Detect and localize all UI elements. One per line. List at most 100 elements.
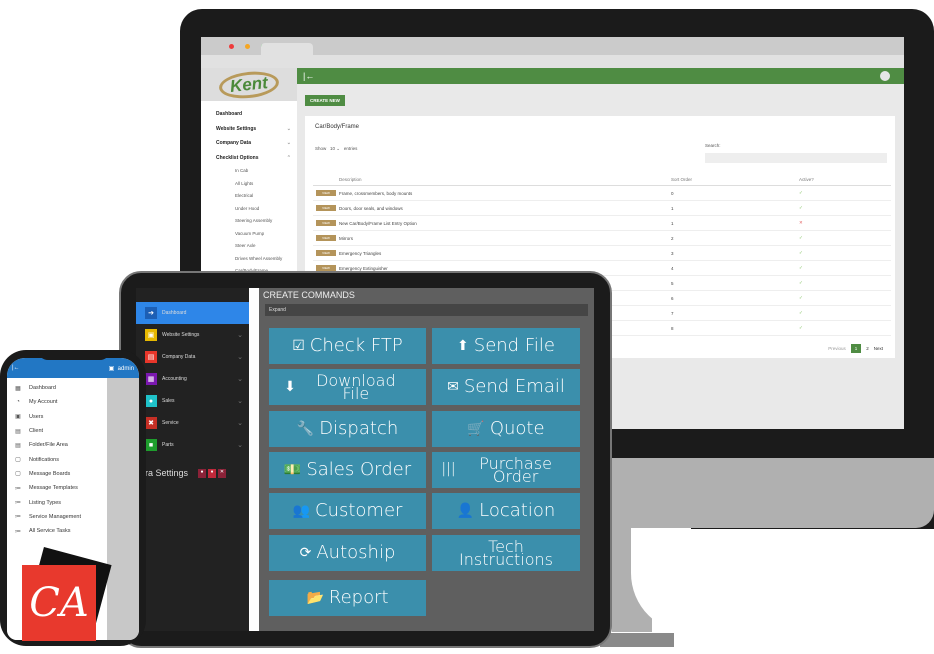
walk-icon[interactable]: ✕ xyxy=(218,468,227,478)
person-icon[interactable]: ♦ xyxy=(208,468,217,478)
view-button[interactable]: VIEW xyxy=(316,235,336,241)
check-icon: ✓ xyxy=(799,310,803,315)
card-title: Car/Body/Frame xyxy=(315,124,360,130)
create-new-button[interactable]: CREATE NEW xyxy=(305,95,345,106)
table-row: VIEW Mirrors 2 ✓ xyxy=(313,231,891,246)
phone-notch xyxy=(38,350,110,360)
view-button[interactable]: VIEW xyxy=(316,250,336,256)
command-tech-instructions-button[interactable]: Tech Instructions xyxy=(432,534,580,571)
checklist-subitem[interactable]: Under Hood xyxy=(201,203,297,216)
command-send-email-button[interactable]: ✉ Send Email xyxy=(432,369,580,406)
phone-menu-item[interactable]: ▤ Client xyxy=(7,424,107,438)
menu-label: Service Management xyxy=(29,513,81,520)
row-sort-order: 6 xyxy=(671,295,674,301)
phone-menu-item[interactable]: ▦ Dashboard xyxy=(7,381,107,395)
menu-icon: ▦ xyxy=(15,385,21,392)
sidebar-item[interactable]: Website Settings ⌄ xyxy=(201,122,297,137)
col-description[interactable]: Description xyxy=(339,177,671,182)
user-label[interactable]: admin xyxy=(118,366,134,372)
command-report-button[interactable]: 📂 Report xyxy=(269,579,426,616)
tablet-nav-item[interactable]: ▦ Accounting ⌄ xyxy=(136,368,249,390)
phone-menu-item[interactable]: ≔ Listing Types xyxy=(7,495,107,509)
checklist-subitem[interactable]: In Cab xyxy=(201,165,297,178)
nav-icon: ▤ xyxy=(145,351,157,363)
previous-button[interactable]: Previous xyxy=(828,346,846,351)
sidebar-item[interactable]: Dashboard xyxy=(201,107,297,122)
tablet-nav-item[interactable]: ▣ Website Settings ⌄ xyxy=(136,324,249,346)
phone-menu-item[interactable]: ◔ My Account xyxy=(7,395,107,409)
chevron-icon: ⌄ xyxy=(286,140,291,146)
row-sort-order: 4 xyxy=(671,265,674,271)
menu-label: Notifications xyxy=(29,456,59,463)
tablet-nav-item[interactable]: ➔ Dashboard xyxy=(136,302,249,324)
browser-tab[interactable] xyxy=(261,43,313,55)
user-avatar[interactable] xyxy=(880,71,890,81)
chevron-down-icon: ⌄ xyxy=(237,354,243,361)
row-sort-order: 1 xyxy=(671,220,674,226)
phone-menu-item[interactable]: ▤ Folder/File Area xyxy=(7,438,107,452)
tablet-nav-item[interactable]: ▤ Company Data ⌄ xyxy=(136,346,249,368)
phone-menu-item[interactable]: ≔ All Service Tasks xyxy=(7,524,107,538)
entries-select[interactable]: 10 xyxy=(330,146,335,151)
row-description: Doors, door seals, and windows xyxy=(339,205,403,211)
command-quote-button[interactable]: 🛒 Quote xyxy=(432,410,580,447)
menu-icon: ≔ xyxy=(15,485,21,492)
tablet-nav-item[interactable]: ■ Parts ⌄ xyxy=(136,434,249,456)
row-sort-order: 8 xyxy=(671,325,674,331)
checklist-subitem[interactable]: Steer Axle xyxy=(201,240,297,253)
command-autoship-button[interactable]: ⟳ Autoship xyxy=(269,534,426,571)
view-button[interactable]: VIEW xyxy=(316,205,336,211)
chevron-icon: ⌃ xyxy=(286,154,291,161)
background-content xyxy=(107,378,139,640)
id-card-icon[interactable]: ▣ xyxy=(109,366,115,372)
command-purchase-order-button[interactable]: ||| Purchase Order xyxy=(432,451,580,488)
command-location-button[interactable]: 👤 Location xyxy=(432,493,580,530)
checklist-subitem[interactable]: Drives Wheel Assembly xyxy=(201,253,297,266)
page-2-button[interactable]: 2 xyxy=(866,346,869,351)
checklist-subitem[interactable]: Vacuum Pump xyxy=(201,228,297,241)
search-input[interactable] xyxy=(705,153,887,163)
row-sort-order: 3 xyxy=(671,250,674,256)
close-dot[interactable] xyxy=(229,44,234,49)
command-label: Send Email xyxy=(463,376,565,398)
phone-menu-item[interactable]: ≔ Service Management xyxy=(7,510,107,524)
expand-toggle[interactable]: Expand xyxy=(265,304,588,316)
command-dispatch-button[interactable]: 🔧 Dispatch xyxy=(269,410,426,447)
minimize-dot[interactable] xyxy=(245,44,250,49)
sidebar-item[interactable]: Company Data ⌄ xyxy=(201,136,297,151)
col-sort-order[interactable]: Sort Order xyxy=(671,177,799,182)
phone-menu-item[interactable]: ▢ Message Boards xyxy=(7,467,107,481)
phone-menu-item[interactable]: ▢ Notifications xyxy=(7,452,107,466)
page-1-button[interactable]: 1 xyxy=(850,344,862,353)
command-check-ftp-button[interactable]: ☑ Check FTP xyxy=(269,328,426,364)
command-label: Quote xyxy=(489,417,545,439)
phone-menu-item[interactable]: ▣ Users xyxy=(7,410,107,424)
address-bar[interactable] xyxy=(201,55,904,68)
row-sort-order: 1 xyxy=(671,205,674,211)
next-button[interactable]: Next xyxy=(874,346,883,351)
command-customer-button[interactable]: 👥 Customer xyxy=(269,493,426,530)
checklist-subitem[interactable]: Electrical xyxy=(201,190,297,203)
nav-icon: ● xyxy=(145,395,157,407)
checklist-subitem[interactable]: Steering Assembly xyxy=(201,215,297,228)
col-active[interactable]: Active? xyxy=(799,177,891,182)
row-action-cell: VIEW xyxy=(313,205,339,211)
back-icon[interactable]: |← xyxy=(12,365,20,371)
tablet-nav-item[interactable]: ● Sales ⌄ xyxy=(136,390,249,412)
user-icon[interactable]: ● xyxy=(198,468,207,478)
menu-label: Client xyxy=(29,428,44,435)
command-sales-order-button[interactable]: 💵 Sales Order xyxy=(269,451,426,488)
tablet-nav-item[interactable]: ✖ Service ⌄ xyxy=(136,412,249,434)
command-download-file-button[interactable]: ⬇ Download File xyxy=(269,369,426,406)
menu-label: Users xyxy=(29,413,44,420)
chevron-down-icon: ⌄ xyxy=(237,420,243,427)
view-button[interactable]: VIEW xyxy=(316,190,336,196)
view-button[interactable]: VIEW xyxy=(316,220,336,226)
extra-settings[interactable]: Extra Settings ● ♦ ✕ xyxy=(136,468,249,478)
collapse-sidebar-icon[interactable]: |← xyxy=(303,71,314,81)
phone-menu-item[interactable]: ≔ Message Templates xyxy=(7,481,107,495)
checklist-subitem[interactable]: All Lights xyxy=(201,178,297,191)
nav-label: Company Data xyxy=(162,354,196,360)
sidebar-item[interactable]: Checklist Options ⌃ xyxy=(201,151,297,166)
command-send-file-button[interactable]: ⬆ Send File xyxy=(432,328,580,364)
